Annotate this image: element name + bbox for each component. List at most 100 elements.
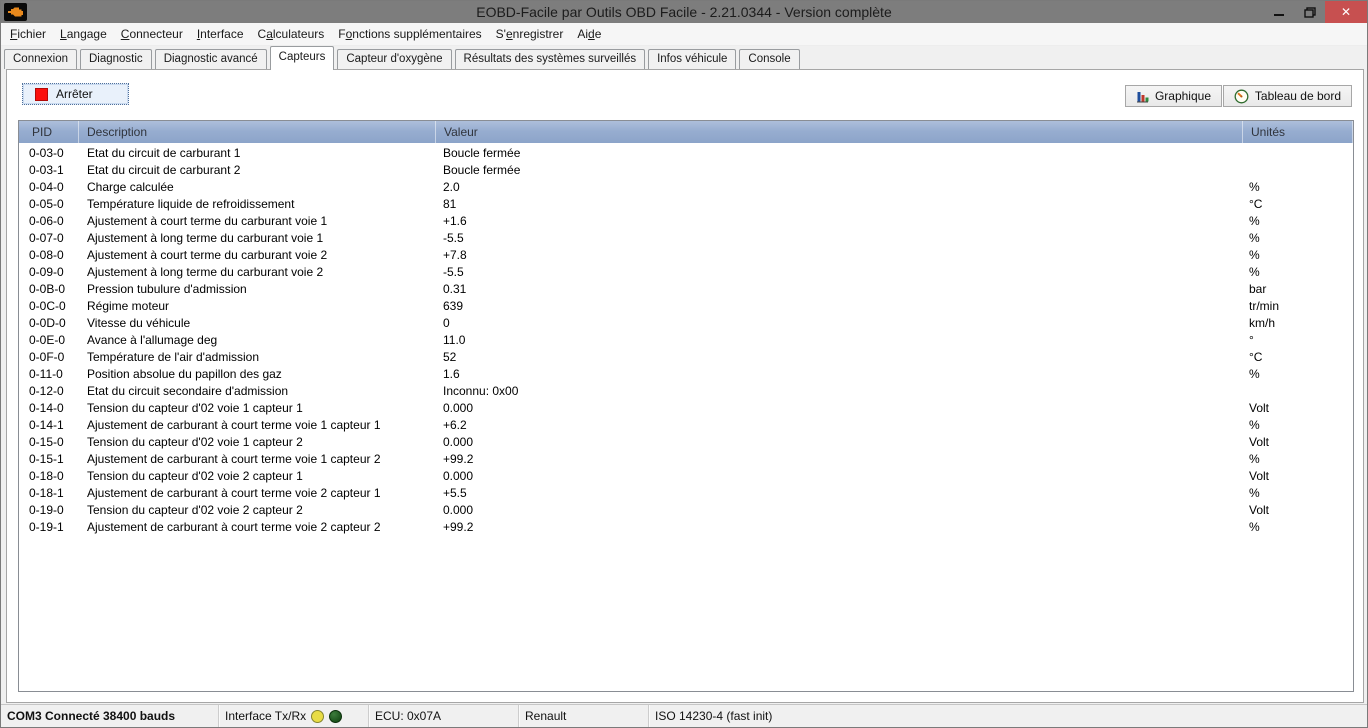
- status-interface: Interface Tx/Rx: [219, 705, 369, 727]
- tab-infos-v-hicule[interactable]: Infos véhicule: [648, 49, 736, 69]
- unit-cell: [1243, 383, 1353, 400]
- unit-cell: %: [1243, 366, 1353, 383]
- description-cell: Position absolue du papillon des gaz: [79, 366, 436, 383]
- table-row[interactable]: 0-12-0Etat du circuit secondaire d'admis…: [19, 383, 1353, 400]
- column-header-valeur[interactable]: Valeur: [436, 121, 1243, 143]
- table-row[interactable]: 0-0F-0Température de l'air d'admission52…: [19, 349, 1353, 366]
- pid-cell: 0-19-1: [19, 519, 79, 536]
- table-row[interactable]: 0-08-0Ajustement à court terme du carbur…: [19, 247, 1353, 264]
- pid-cell: 0-08-0: [19, 247, 79, 264]
- table-row[interactable]: 0-05-0Température liquide de refroidisse…: [19, 196, 1353, 213]
- table-row[interactable]: 0-0E-0Avance à l'allumage deg11.0°: [19, 332, 1353, 349]
- menu-item-langage[interactable]: Langage: [53, 24, 114, 44]
- tab-bar: ConnexionDiagnosticDiagnostic avancéCapt…: [1, 46, 1367, 70]
- description-cell: Tension du capteur d'02 voie 1 capteur 1: [79, 400, 436, 417]
- unit-cell: °: [1243, 332, 1353, 349]
- menu-item-aide[interactable]: Aide: [570, 24, 608, 44]
- description-cell: Ajustement de carburant à court terme vo…: [79, 417, 436, 434]
- table-row[interactable]: 0-03-1Etat du circuit de carburant 2Bouc…: [19, 162, 1353, 179]
- pid-cell: 0-0E-0: [19, 332, 79, 349]
- unit-cell: %: [1243, 264, 1353, 281]
- pid-cell: 0-05-0: [19, 196, 79, 213]
- table-row[interactable]: 0-09-0Ajustement à long terme du carbura…: [19, 264, 1353, 281]
- title-bar[interactable]: EOBD-Facile par Outils OBD Facile - 2.21…: [1, 1, 1367, 23]
- tab-capteur-d-oxyg-ne[interactable]: Capteur d'oxygène: [337, 49, 451, 69]
- menu-item-connecteur[interactable]: Connecteur: [114, 24, 190, 44]
- pid-cell: 0-09-0: [19, 264, 79, 281]
- menu-item-fonctions-suppl-mentaires[interactable]: Fonctions supplémentaires: [331, 24, 488, 44]
- unit-cell: Volt: [1243, 502, 1353, 519]
- status-protocol: ISO 14230-4 (fast init): [649, 705, 1367, 727]
- minimize-button[interactable]: [1263, 1, 1294, 23]
- unit-cell: °C: [1243, 196, 1353, 213]
- description-cell: Régime moteur: [79, 298, 436, 315]
- table-row[interactable]: 0-11-0Position absolue du papillon des g…: [19, 366, 1353, 383]
- table-row[interactable]: 0-0D-0Vitesse du véhicule0km/h: [19, 315, 1353, 332]
- table-row[interactable]: 0-14-0Tension du capteur d'02 voie 1 cap…: [19, 400, 1353, 417]
- pid-cell: 0-0B-0: [19, 281, 79, 298]
- tab-connexion[interactable]: Connexion: [4, 49, 77, 69]
- tab-diagnostic-avanc[interactable]: Diagnostic avancé: [155, 49, 267, 69]
- unit-cell: %: [1243, 417, 1353, 434]
- window-title: EOBD-Facile par Outils OBD Facile - 2.21…: [1, 1, 1367, 23]
- column-header-description[interactable]: Description: [79, 121, 436, 143]
- table-row[interactable]: 0-19-1Ajustement de carburant à court te…: [19, 519, 1353, 536]
- value-cell: +6.2: [436, 417, 1243, 434]
- table-body: 0-03-0Etat du circuit de carburant 1Bouc…: [19, 145, 1353, 536]
- description-cell: Ajustement à long terme du carburant voi…: [79, 230, 436, 247]
- description-cell: Charge calculée: [79, 179, 436, 196]
- close-button[interactable]: ✕: [1325, 1, 1367, 23]
- menu-item-s-enregistrer[interactable]: S'enregistrer: [489, 24, 571, 44]
- status-ecu: ECU: 0x07A: [369, 705, 519, 727]
- value-cell: 0.31: [436, 281, 1243, 298]
- value-cell: 1.6: [436, 366, 1243, 383]
- value-cell: 0.000: [436, 502, 1243, 519]
- value-cell: 0.000: [436, 434, 1243, 451]
- description-cell: Avance à l'allumage deg: [79, 332, 436, 349]
- table-row[interactable]: 0-0B-0Pression tubulure d'admission0.31b…: [19, 281, 1353, 298]
- table-row[interactable]: 0-19-0Tension du capteur d'02 voie 2 cap…: [19, 502, 1353, 519]
- menu-bar: FichierLangageConnecteurInterfaceCalcula…: [1, 23, 1367, 46]
- value-cell: +5.5: [436, 485, 1243, 502]
- unit-cell: bar: [1243, 281, 1353, 298]
- menu-item-fichier[interactable]: Fichier: [3, 24, 53, 44]
- restore-button[interactable]: [1294, 1, 1325, 23]
- table-row[interactable]: 0-04-0Charge calculée2.0%: [19, 179, 1353, 196]
- tab-console[interactable]: Console: [739, 49, 799, 69]
- value-cell: +7.8: [436, 247, 1243, 264]
- unit-cell: %: [1243, 485, 1353, 502]
- tab-r-sultats-des-syst-mes-surveill-s[interactable]: Résultats des systèmes surveillés: [455, 49, 646, 69]
- table-row[interactable]: 0-14-1Ajustement de carburant à court te…: [19, 417, 1353, 434]
- table-row[interactable]: 0-15-1Ajustement de carburant à court te…: [19, 451, 1353, 468]
- description-cell: Tension du capteur d'02 voie 2 capteur 2: [79, 502, 436, 519]
- interface-label: Interface Tx/Rx: [225, 709, 306, 723]
- column-header-unit-s[interactable]: Unités: [1243, 121, 1353, 143]
- table-row[interactable]: 0-03-0Etat du circuit de carburant 1Bouc…: [19, 145, 1353, 162]
- menu-item-calculateurs[interactable]: Calculateurs: [251, 24, 332, 44]
- table-row[interactable]: 0-15-0Tension du capteur d'02 voie 1 cap…: [19, 434, 1353, 451]
- tab-diagnostic[interactable]: Diagnostic: [80, 49, 152, 69]
- status-vehicle: Renault: [519, 705, 649, 727]
- unit-cell: °C: [1243, 349, 1353, 366]
- menu-item-interface[interactable]: Interface: [190, 24, 251, 44]
- table-row[interactable]: 0-0C-0Régime moteur639tr/min: [19, 298, 1353, 315]
- unit-cell: %: [1243, 247, 1353, 264]
- description-cell: Etat du circuit de carburant 2: [79, 162, 436, 179]
- tab-capteurs[interactable]: Capteurs: [270, 46, 335, 70]
- description-cell: Ajustement de carburant à court terme vo…: [79, 519, 436, 536]
- column-header-pid[interactable]: PID: [19, 121, 79, 143]
- dashboard-button[interactable]: Tableau de bord: [1223, 85, 1352, 107]
- value-cell: 81: [436, 196, 1243, 213]
- table-row[interactable]: 0-18-0Tension du capteur d'02 voie 2 cap…: [19, 468, 1353, 485]
- gauge-icon: [1234, 89, 1249, 104]
- table-row[interactable]: 0-07-0Ajustement à long terme du carbura…: [19, 230, 1353, 247]
- description-cell: Pression tubulure d'admission: [79, 281, 436, 298]
- stop-button[interactable]: Arrêter: [22, 83, 129, 105]
- value-cell: +1.6: [436, 213, 1243, 230]
- table-row[interactable]: 0-06-0Ajustement à court terme du carbur…: [19, 213, 1353, 230]
- value-cell: Boucle fermée: [436, 145, 1243, 162]
- pid-cell: 0-07-0: [19, 230, 79, 247]
- graph-button[interactable]: Graphique: [1125, 85, 1222, 107]
- table-row[interactable]: 0-18-1Ajustement de carburant à court te…: [19, 485, 1353, 502]
- description-cell: Etat du circuit de carburant 1: [79, 145, 436, 162]
